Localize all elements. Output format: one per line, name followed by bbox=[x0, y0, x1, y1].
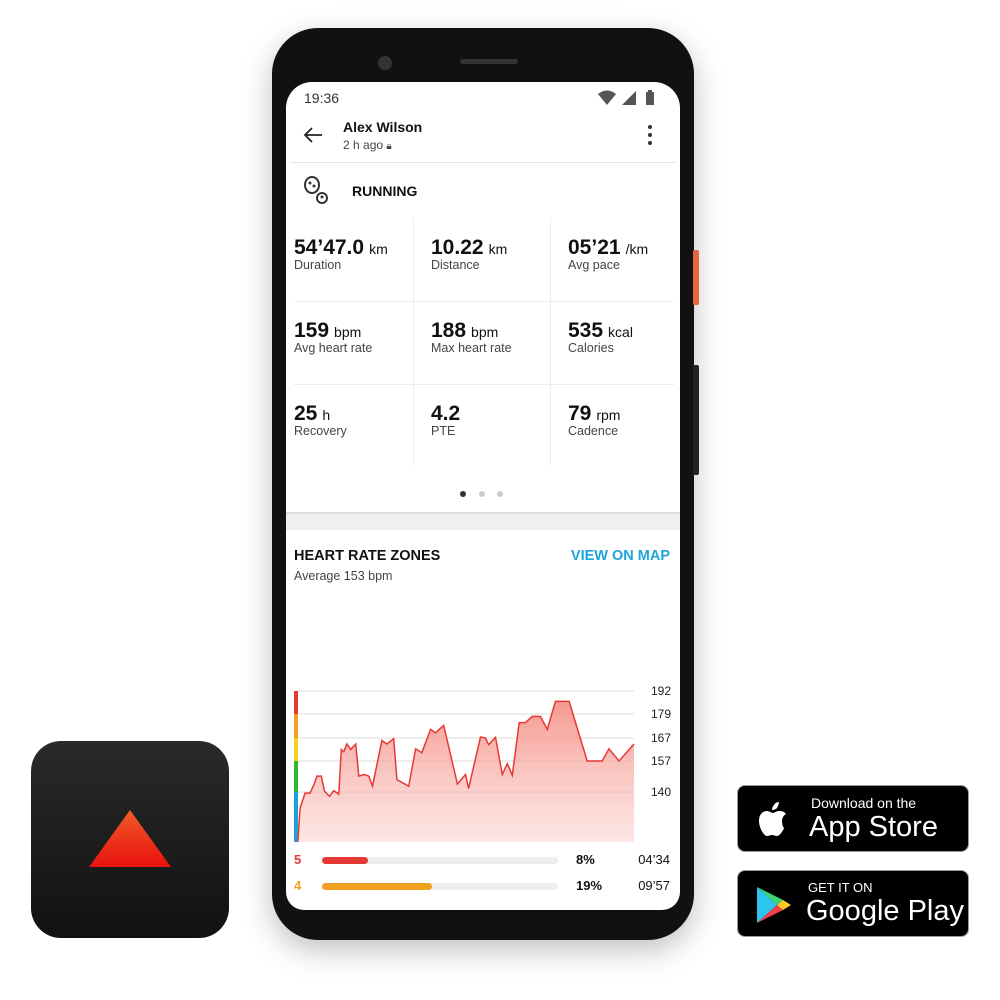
heart-rate-chart: 19217916715714010100:130:270:410:54 h bbox=[294, 684, 671, 842]
stat-value: 10.22 km bbox=[431, 236, 508, 259]
app-store-badge[interactable]: Download on the App Store bbox=[737, 785, 969, 852]
user-name: Alex Wilson bbox=[343, 119, 423, 135]
stat-value: 159 bpm bbox=[294, 319, 362, 342]
status-time: 19:36 bbox=[304, 90, 340, 106]
stat-label: Avg heart rate bbox=[294, 341, 373, 355]
stat-unit: bpm bbox=[334, 324, 362, 340]
app-store-line1: Download on the bbox=[811, 795, 917, 811]
wifi-icon bbox=[598, 90, 616, 105]
zone-fill bbox=[322, 857, 368, 864]
google-play-line2: Google Play bbox=[806, 895, 964, 927]
stat-label: Distance bbox=[431, 258, 480, 272]
zone-color-bar bbox=[294, 761, 298, 792]
y-tick-label: 192 bbox=[651, 684, 671, 698]
pager-dot[interactable] bbox=[479, 491, 485, 497]
app-screen: 19:36 Alex Wilson 2 h ago 🔒︎ RUNNING 54’… bbox=[286, 82, 680, 910]
y-tick-label: 167 bbox=[651, 731, 671, 745]
stat-label: Calories bbox=[568, 341, 614, 355]
shoe-print-icon bbox=[304, 176, 328, 204]
divider bbox=[290, 162, 676, 163]
section-gap bbox=[286, 512, 680, 530]
stat-value: 05’21/km bbox=[568, 236, 649, 259]
zone-fill bbox=[322, 883, 432, 890]
stat-unit: rpm bbox=[596, 407, 621, 423]
stat-unit: /km bbox=[625, 241, 649, 257]
stat-label: Duration bbox=[294, 258, 342, 272]
triangle-logo-icon bbox=[89, 810, 171, 867]
grid-divider bbox=[550, 218, 551, 466]
app-icon[interactable] bbox=[31, 741, 229, 938]
stat-unit: km bbox=[488, 241, 508, 257]
zone-number: 4 bbox=[294, 878, 302, 893]
hr-area bbox=[297, 701, 634, 842]
zone-color-bar bbox=[294, 792, 298, 842]
stat-label: PTE bbox=[431, 424, 456, 438]
stat-value: 79 rpm bbox=[568, 402, 621, 425]
google-play-line1: GET IT ON bbox=[808, 880, 873, 895]
zone-time: 09’57 bbox=[638, 878, 670, 893]
stat-value: 188 bpm bbox=[431, 319, 499, 342]
speaker bbox=[460, 59, 518, 64]
phone-side-button bbox=[693, 250, 699, 305]
stat-unit: bpm bbox=[471, 324, 499, 340]
time-ago: 2 h ago 🔒︎ bbox=[343, 138, 392, 152]
zone-color-bar bbox=[294, 691, 298, 714]
stat-value: 4.2 bbox=[431, 402, 461, 425]
zone-color-bar bbox=[294, 714, 298, 738]
status-icons bbox=[598, 90, 654, 105]
zone-percent: 8% bbox=[576, 852, 595, 867]
apple-icon bbox=[759, 802, 786, 836]
stat-pte: 4.2 PTE bbox=[431, 402, 561, 438]
grid-divider bbox=[294, 301, 674, 302]
battery-icon bbox=[646, 92, 654, 105]
stat-unit: km bbox=[369, 241, 388, 257]
phone-volume-button bbox=[693, 365, 699, 475]
stat-max-heart-rate: 188 bpm Max heart rate bbox=[431, 319, 561, 355]
back-arrow-icon[interactable] bbox=[302, 125, 324, 145]
pager-dot[interactable] bbox=[497, 491, 503, 497]
google-play-icon bbox=[757, 887, 791, 923]
stat-recovery: 25 h Recovery bbox=[294, 402, 424, 438]
average-hr: Average 153 bpm bbox=[294, 569, 393, 583]
stat-avg-pace: 05’21/km Avg pace bbox=[568, 236, 680, 272]
y-tick-label: 140 bbox=[651, 785, 671, 799]
more-vertical-icon[interactable] bbox=[646, 124, 654, 146]
stat-value: 54’47.0 km bbox=[294, 236, 388, 259]
zone-time: 04’34 bbox=[638, 852, 670, 867]
zone-percent: 19% bbox=[576, 878, 603, 893]
y-tick-label: 179 bbox=[651, 707, 671, 721]
grid-divider bbox=[413, 218, 414, 466]
activity-type: RUNNING bbox=[352, 183, 418, 199]
google-play-badge[interactable]: GET IT ON Google Play bbox=[737, 870, 969, 937]
pager-dot-active[interactable] bbox=[460, 491, 466, 497]
stat-cadence: 79 rpm Cadence bbox=[568, 402, 680, 438]
stat-value: 25 h bbox=[294, 402, 331, 425]
lock-icon: 🔒︎ bbox=[386, 141, 392, 152]
section-title: HEART RATE ZONES bbox=[294, 548, 441, 564]
stat-label: Cadence bbox=[568, 424, 619, 438]
stat-label: Recovery bbox=[294, 424, 347, 438]
app-store-line2: App Store bbox=[809, 811, 938, 843]
signal-icon bbox=[622, 91, 636, 105]
stat-value: 535 kcal bbox=[568, 319, 633, 342]
stat-duration: 54’47.0 km Duration bbox=[294, 236, 424, 272]
stat-unit: kcal bbox=[608, 324, 633, 340]
camera bbox=[378, 56, 392, 70]
y-tick-label: 157 bbox=[651, 754, 671, 768]
stat-label: Avg pace bbox=[568, 258, 620, 272]
zone-color-bar bbox=[294, 738, 298, 761]
grid-divider bbox=[294, 384, 674, 385]
zone-number: 5 bbox=[294, 852, 302, 867]
stat-unit: h bbox=[322, 407, 331, 423]
stat-avg-heart-rate: 159 bpm Avg heart rate bbox=[294, 319, 424, 355]
stat-distance: 10.22 km Distance bbox=[431, 236, 561, 272]
stat-label: Max heart rate bbox=[431, 341, 512, 355]
view-on-map-link[interactable]: VIEW ON MAP bbox=[571, 548, 670, 564]
stat-calories: 535 kcal Calories bbox=[568, 319, 680, 355]
